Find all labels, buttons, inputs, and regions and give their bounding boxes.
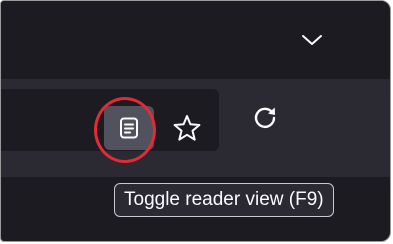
reader-view-button[interactable] — [104, 106, 154, 150]
bookmark-page-button[interactable] — [169, 113, 205, 143]
list-all-tabs-button[interactable] — [297, 27, 327, 53]
browser-window: Toggle reader view (F9) — [0, 0, 391, 242]
reload-icon — [254, 107, 276, 129]
chevron-down-icon — [302, 35, 322, 45]
reader-view-tooltip: Toggle reader view (F9) — [114, 183, 334, 217]
star-outline-icon — [173, 115, 201, 141]
reader-view-icon — [120, 117, 138, 139]
reload-button[interactable] — [247, 103, 283, 133]
tab-strip — [1, 1, 390, 79]
navigation-toolbar — [1, 79, 390, 177]
address-bar[interactable] — [1, 89, 219, 163]
